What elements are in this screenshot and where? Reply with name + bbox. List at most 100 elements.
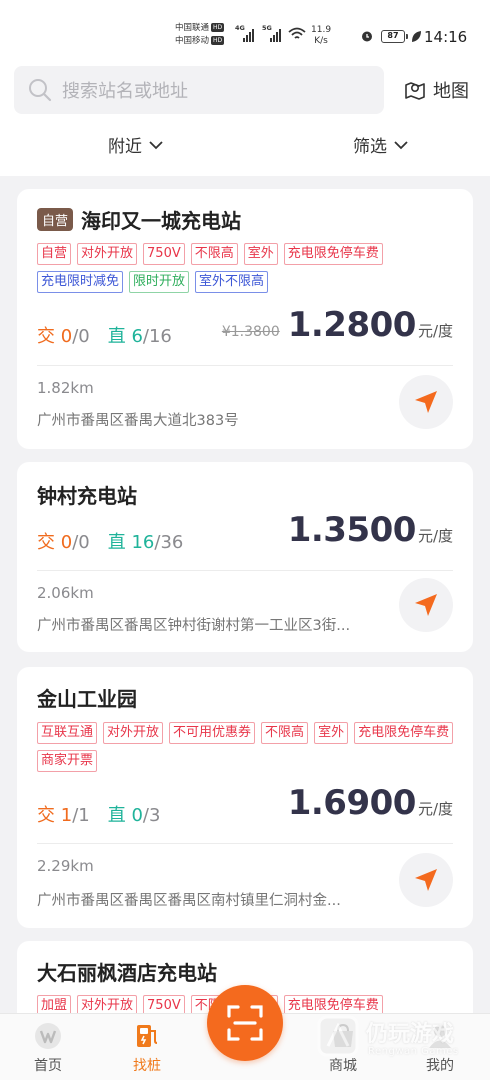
watermark-title: 仍玩游戏 — [366, 1022, 455, 1047]
scan-icon — [227, 1005, 263, 1041]
signal-icon — [243, 28, 254, 42]
map-button-label: 地图 — [433, 81, 469, 102]
ac-ports: 交 0/0 — [37, 532, 90, 553]
hd-badge: HD — [211, 23, 225, 32]
alarm-icon — [362, 31, 372, 42]
station-title: 大石丽枫酒店充电站 — [37, 957, 217, 986]
home-icon — [35, 1023, 61, 1049]
station-tag: 充电限免停车费 — [354, 722, 454, 744]
eco-leaf-icon — [412, 31, 421, 42]
station-name: 金山工业园 — [37, 687, 137, 711]
filter-label: 筛选 — [353, 137, 387, 157]
address: 广州市番禺区番禺区钟村街谢村第一工业区3街... — [37, 618, 351, 634]
tag-list: 互联互通 对外开放 不可用优惠券 不限高 室外 充电限免停车费商家开票 — [37, 722, 457, 772]
wifi-icon — [288, 27, 306, 39]
filter-row: 附近 筛选 — [0, 132, 490, 164]
station-title: 金山工业园 — [37, 683, 137, 712]
station-tag: 对外开放 — [103, 722, 164, 744]
nearby-dropdown[interactable]: 附近 — [108, 132, 164, 157]
price-unit: 元/度 — [417, 322, 453, 340]
port-summary: 交 1/1 直 0/3 — [37, 801, 160, 827]
dc-ports: 直 16/36 — [107, 532, 184, 553]
search-input[interactable]: 搜索站名或地址 — [14, 66, 384, 114]
tag-list: 自营 对外开放 750V 不限高 室外 充电限免停车费充电限时减免 限时开放 室外不限高 — [37, 243, 457, 293]
station-title: 自营 海印又一城充电站 — [37, 205, 241, 234]
original-price: ¥1.3800 — [221, 324, 280, 340]
carrier-2: 中国移动 — [175, 36, 210, 46]
carrier-info: 中国联通 HD 中国移动 HD — [175, 22, 225, 48]
distance: 2.06km — [37, 584, 94, 602]
tab-find-label: 找桩 — [133, 1058, 161, 1074]
navigation-arrow-icon — [415, 391, 437, 413]
price-block: 1.3500 元/度 — [288, 510, 453, 550]
station-tag: 限时开放 — [129, 271, 190, 293]
station-card[interactable]: 金山工业园 互联互通 对外开放 不可用优惠券 不限高 室外 充电限免停车费商家开票 交 1… — [17, 667, 473, 928]
station-card[interactable]: 钟村充电站 交 0/0 直 16/36 1.3500 元/度 2.06km 广州… — [17, 462, 473, 652]
station-tag: 室外 — [314, 722, 349, 744]
tab-find-charger[interactable]: 找桩 — [107, 1014, 187, 1080]
station-title: 钟村充电站 — [37, 480, 137, 509]
self-operated-badge: 自营 — [37, 208, 74, 231]
station-tag: 室外不限高 — [195, 271, 269, 293]
station-tag: 不限高 — [261, 722, 309, 744]
station-tag: 互联互通 — [37, 722, 98, 744]
search-icon — [29, 79, 52, 102]
watermark-subtitle: Rengwan Games — [368, 1046, 459, 1057]
station-name: 钟村充电站 — [37, 484, 137, 508]
station-tag: 不可用优惠券 — [169, 722, 256, 744]
price-unit: 元/度 — [417, 800, 453, 818]
dc-ports: 直 0/3 — [107, 805, 161, 826]
station-tag: 750V — [143, 243, 185, 265]
current-price: 1.3500 — [287, 510, 417, 550]
station-tag: 室外 — [243, 243, 278, 265]
ac-ports: 交 1/1 — [37, 805, 90, 826]
carrier-1: 中国联通 — [175, 23, 210, 33]
station-name: 海印又一城充电站 — [81, 209, 242, 233]
nearby-label: 附近 — [108, 137, 142, 157]
divider — [37, 365, 453, 366]
status-bar: 中国联通 HD 中国移动 HD 4G 5G 11.9 K/s 87 14:16 — [0, 0, 490, 58]
price-unit: 元/度 — [417, 527, 453, 545]
ac-ports: 交 0/0 — [37, 326, 90, 347]
map-icon — [405, 82, 425, 100]
distance: 1.82km — [37, 379, 94, 397]
station-tag: 商家开票 — [37, 750, 98, 772]
network-speed: 11.9 K/s — [311, 25, 332, 46]
price-block: ¥1.3800 1.2800 元/度 — [222, 305, 453, 345]
address: 广州市番禺区番禺区番禺区南村镇里仁洞村金... — [37, 893, 341, 909]
station-tag: 对外开放 — [77, 243, 138, 265]
distance: 2.29km — [37, 857, 94, 875]
hd-badge: HD — [211, 36, 225, 45]
filter-dropdown[interactable]: 筛选 — [353, 132, 409, 157]
navigate-button[interactable] — [399, 375, 453, 429]
divider — [37, 843, 453, 844]
station-card[interactable]: 自营 海印又一城充电站 自营 对外开放 750V 不限高 室外 充电限免停车费充电限时减免… — [17, 189, 473, 449]
dc-ports: 直 6/16 — [107, 326, 172, 347]
header: 搜索站名或地址 地图 附近 筛选 — [0, 58, 490, 176]
navigate-button[interactable] — [399, 578, 453, 632]
clock: 14:16 — [424, 28, 468, 46]
address: 广州市番禺区番禺大道北383号 — [37, 413, 239, 429]
watermark: 仍玩游戏 Rengwan Games — [316, 1014, 486, 1064]
signal-icon — [270, 28, 281, 42]
station-tag: 不限高 — [190, 243, 238, 265]
tab-home-label: 首页 — [34, 1058, 62, 1074]
price-block: 1.6900 元/度 — [288, 783, 453, 823]
watermark-logo-icon — [317, 1015, 359, 1057]
navigate-button[interactable] — [399, 853, 453, 907]
station-tag: 充电限免停车费 — [283, 243, 383, 265]
battery-icon: 87 — [381, 30, 408, 43]
port-summary: 交 0/0 直 16/36 — [37, 528, 183, 554]
current-price: 1.2800 — [287, 305, 417, 345]
chevron-down-icon — [149, 140, 163, 149]
tab-home[interactable]: 首页 — [8, 1014, 88, 1080]
station-name: 大石丽枫酒店充电站 — [37, 961, 217, 985]
scan-button[interactable] — [207, 985, 283, 1061]
chevron-down-icon — [394, 140, 408, 149]
map-button[interactable]: 地图 — [403, 76, 469, 104]
station-tag: 充电限时减免 — [37, 271, 124, 293]
search-placeholder: 搜索站名或地址 — [62, 81, 188, 102]
navigation-arrow-icon — [415, 594, 437, 616]
divider — [37, 570, 453, 571]
station-tag: 自营 — [37, 243, 72, 265]
